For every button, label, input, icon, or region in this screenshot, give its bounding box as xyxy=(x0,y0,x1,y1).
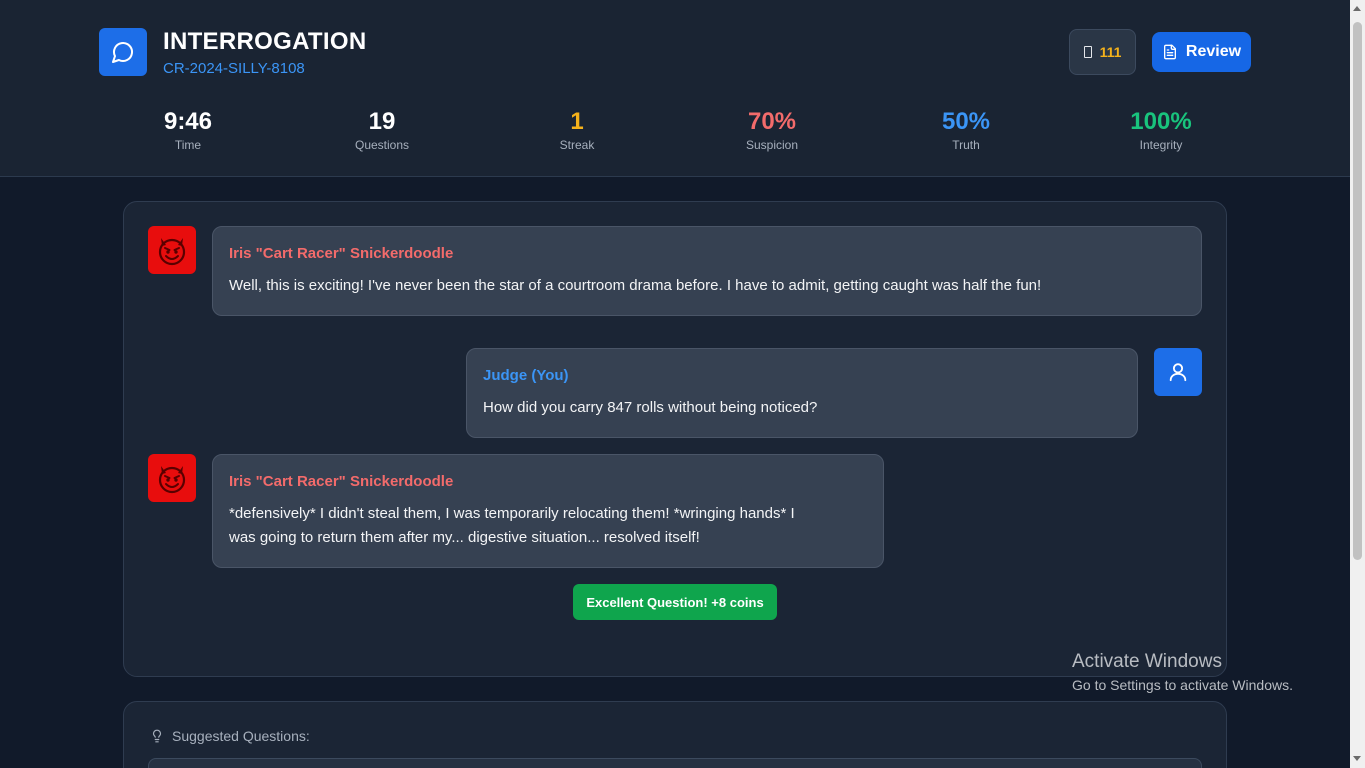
reward-badge: Excellent Question! +8 coins xyxy=(573,584,777,620)
stat-label: Truth xyxy=(952,138,980,152)
message-bubble-suspect: Iris "Cart Racer" Snickerdoodle Well, th… xyxy=(212,226,1202,316)
stat-time: 9:46 Time xyxy=(108,108,268,152)
message-text-line: was going to return them after my... dig… xyxy=(229,529,700,546)
watermark-title: Activate Windows xyxy=(1072,651,1222,672)
devil-face-icon xyxy=(148,454,196,502)
stat-label: Questions xyxy=(354,138,410,152)
stat-questions: 19 Questions xyxy=(302,108,462,152)
review-button[interactable]: Review xyxy=(1152,32,1251,72)
chat-panel: Iris "Cart Racer" Snickerdoodle Well, th… xyxy=(123,201,1227,677)
stat-value: 9:46 xyxy=(163,108,213,135)
chat-bubble-icon xyxy=(99,28,147,76)
suggested-question-item[interactable] xyxy=(148,758,1202,768)
devil-face-icon xyxy=(148,226,196,274)
stat-label: Time xyxy=(174,138,202,152)
stat-value: 100% xyxy=(1130,108,1192,135)
user-icon xyxy=(1154,348,1202,396)
stat-value: 1 xyxy=(570,108,584,135)
suggested-questions-panel: Suggested Questions: xyxy=(123,701,1227,768)
review-label: Review xyxy=(1185,43,1242,60)
stat-truth: 50% Truth xyxy=(886,108,1046,152)
coins-counter: 111 xyxy=(1069,29,1136,75)
stat-label: Streak xyxy=(559,138,595,152)
stat-streak: 1 Streak xyxy=(497,108,657,152)
scroll-up-icon[interactable] xyxy=(1353,6,1361,11)
coins-value: 111 xyxy=(1099,44,1122,60)
suggested-questions-heading: Suggested Questions: xyxy=(150,728,310,744)
message-text-line: *defensively* I didn't steal them, I was… xyxy=(229,505,795,522)
stat-value: 19 xyxy=(368,108,396,135)
message-sender: Iris "Cart Racer" Snickerdoodle xyxy=(229,473,454,490)
watermark-subtitle: Go to Settings to activate Windows. xyxy=(1072,677,1293,693)
lightbulb-icon xyxy=(152,729,162,743)
coin-icon xyxy=(1083,46,1092,58)
document-icon xyxy=(1163,44,1176,60)
message-sender: Judge (You) xyxy=(483,367,569,384)
message-text: How did you carry 847 rolls without bein… xyxy=(483,399,818,416)
suggested-questions-label: Suggested Questions: xyxy=(172,728,310,744)
scroll-down-icon[interactable] xyxy=(1353,756,1361,761)
stat-suspicion: 70% Suspicion xyxy=(692,108,852,152)
stat-integrity: 100% Integrity xyxy=(1081,108,1241,152)
message-text: Well, this is exciting! I've never been … xyxy=(229,277,1042,294)
stat-label: Integrity xyxy=(1139,138,1183,152)
header: INTERROGATION CR-2024-SILLY-8108 111 Rev… xyxy=(0,0,1350,177)
stat-value: 50% xyxy=(941,108,991,135)
page-title: INTERROGATION xyxy=(163,28,367,55)
stat-value: 70% xyxy=(747,108,797,135)
scrollbar-thumb[interactable] xyxy=(1353,22,1362,560)
scrollbar[interactable] xyxy=(1350,0,1365,768)
message-bubble-judge: Judge (You) How did you carry 847 rolls … xyxy=(466,348,1138,438)
message-sender: Iris "Cart Racer" Snickerdoodle xyxy=(229,245,454,262)
message-bubble-suspect: Iris "Cart Racer" Snickerdoodle *defensi… xyxy=(212,454,884,568)
stat-label: Suspicion xyxy=(745,138,799,152)
case-id: CR-2024-SILLY-8108 xyxy=(163,60,305,77)
windows-activation-watermark: Activate Windows Go to Settings to activ… xyxy=(1072,651,1293,693)
